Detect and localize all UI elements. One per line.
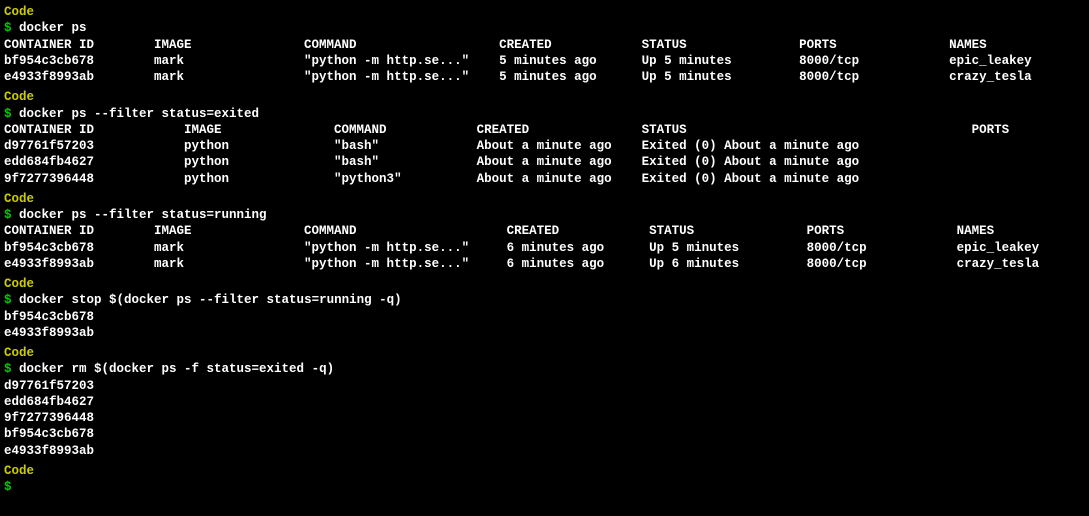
code-label: Code: [4, 4, 1085, 20]
code-block: Code$ docker psCONTAINER ID IMAGE COMMAN…: [4, 4, 1085, 85]
table-row: d97761f57203 python "bash" About a minut…: [4, 138, 1085, 154]
command-line: $ docker ps --filter status=exited: [4, 106, 1085, 122]
code-label: Code: [4, 89, 1085, 105]
code-label: Code: [4, 191, 1085, 207]
code-label: Code: [4, 345, 1085, 361]
code-block: Code$ docker stop $(docker ps --filter s…: [4, 276, 1085, 341]
command-line: $ docker ps: [4, 20, 1085, 36]
prompt-symbol: $: [4, 107, 12, 121]
command-line: $ docker rm $(docker ps -f status=exited…: [4, 361, 1085, 377]
command-line: $: [4, 479, 1085, 495]
output-line: e4933f8993ab: [4, 325, 1085, 341]
prompt-symbol: $: [4, 362, 12, 376]
prompt-symbol: $: [4, 21, 12, 35]
command-text: docker ps --filter status=exited: [12, 107, 260, 121]
command-text: docker ps: [12, 21, 87, 35]
code-label: Code: [4, 463, 1085, 479]
table-header: CONTAINER ID IMAGE COMMAND CREATED STATU…: [4, 223, 1085, 239]
command-line: $ docker stop $(docker ps --filter statu…: [4, 292, 1085, 308]
output-line: edd684fb4627: [4, 394, 1085, 410]
command-text: docker stop $(docker ps --filter status=…: [12, 293, 402, 307]
table-header: CONTAINER ID IMAGE COMMAND CREATED STATU…: [4, 37, 1085, 53]
table-header: CONTAINER ID IMAGE COMMAND CREATED STATU…: [4, 122, 1085, 138]
table-row: e4933f8993ab mark "python -m http.se..."…: [4, 256, 1085, 272]
prompt-symbol: $: [4, 293, 12, 307]
output-line: bf954c3cb678: [4, 309, 1085, 325]
table-row: edd684fb4627 python "bash" About a minut…: [4, 154, 1085, 170]
table-row: bf954c3cb678 mark "python -m http.se..."…: [4, 240, 1085, 256]
prompt-symbol: $: [4, 208, 12, 222]
output-line: d97761f57203: [4, 378, 1085, 394]
output-line: 9f7277396448: [4, 410, 1085, 426]
output-line: e4933f8993ab: [4, 443, 1085, 459]
code-block: Code$ docker rm $(docker ps -f status=ex…: [4, 345, 1085, 459]
table-row: e4933f8993ab mark "python -m http.se..."…: [4, 69, 1085, 85]
code-block: Code$: [4, 463, 1085, 496]
code-block: Code$ docker ps --filter status=exitedCO…: [4, 89, 1085, 187]
command-line: $ docker ps --filter status=running: [4, 207, 1085, 223]
output-line: bf954c3cb678: [4, 426, 1085, 442]
table-row: 9f7277396448 python "python3" About a mi…: [4, 171, 1085, 187]
code-label: Code: [4, 276, 1085, 292]
terminal-output: Code$ docker psCONTAINER ID IMAGE COMMAN…: [4, 4, 1085, 495]
prompt-symbol: $: [4, 480, 12, 494]
code-block: Code$ docker ps --filter status=runningC…: [4, 191, 1085, 272]
table-row: bf954c3cb678 mark "python -m http.se..."…: [4, 53, 1085, 69]
command-text: docker rm $(docker ps -f status=exited -…: [12, 362, 335, 376]
command-text: docker ps --filter status=running: [12, 208, 267, 222]
